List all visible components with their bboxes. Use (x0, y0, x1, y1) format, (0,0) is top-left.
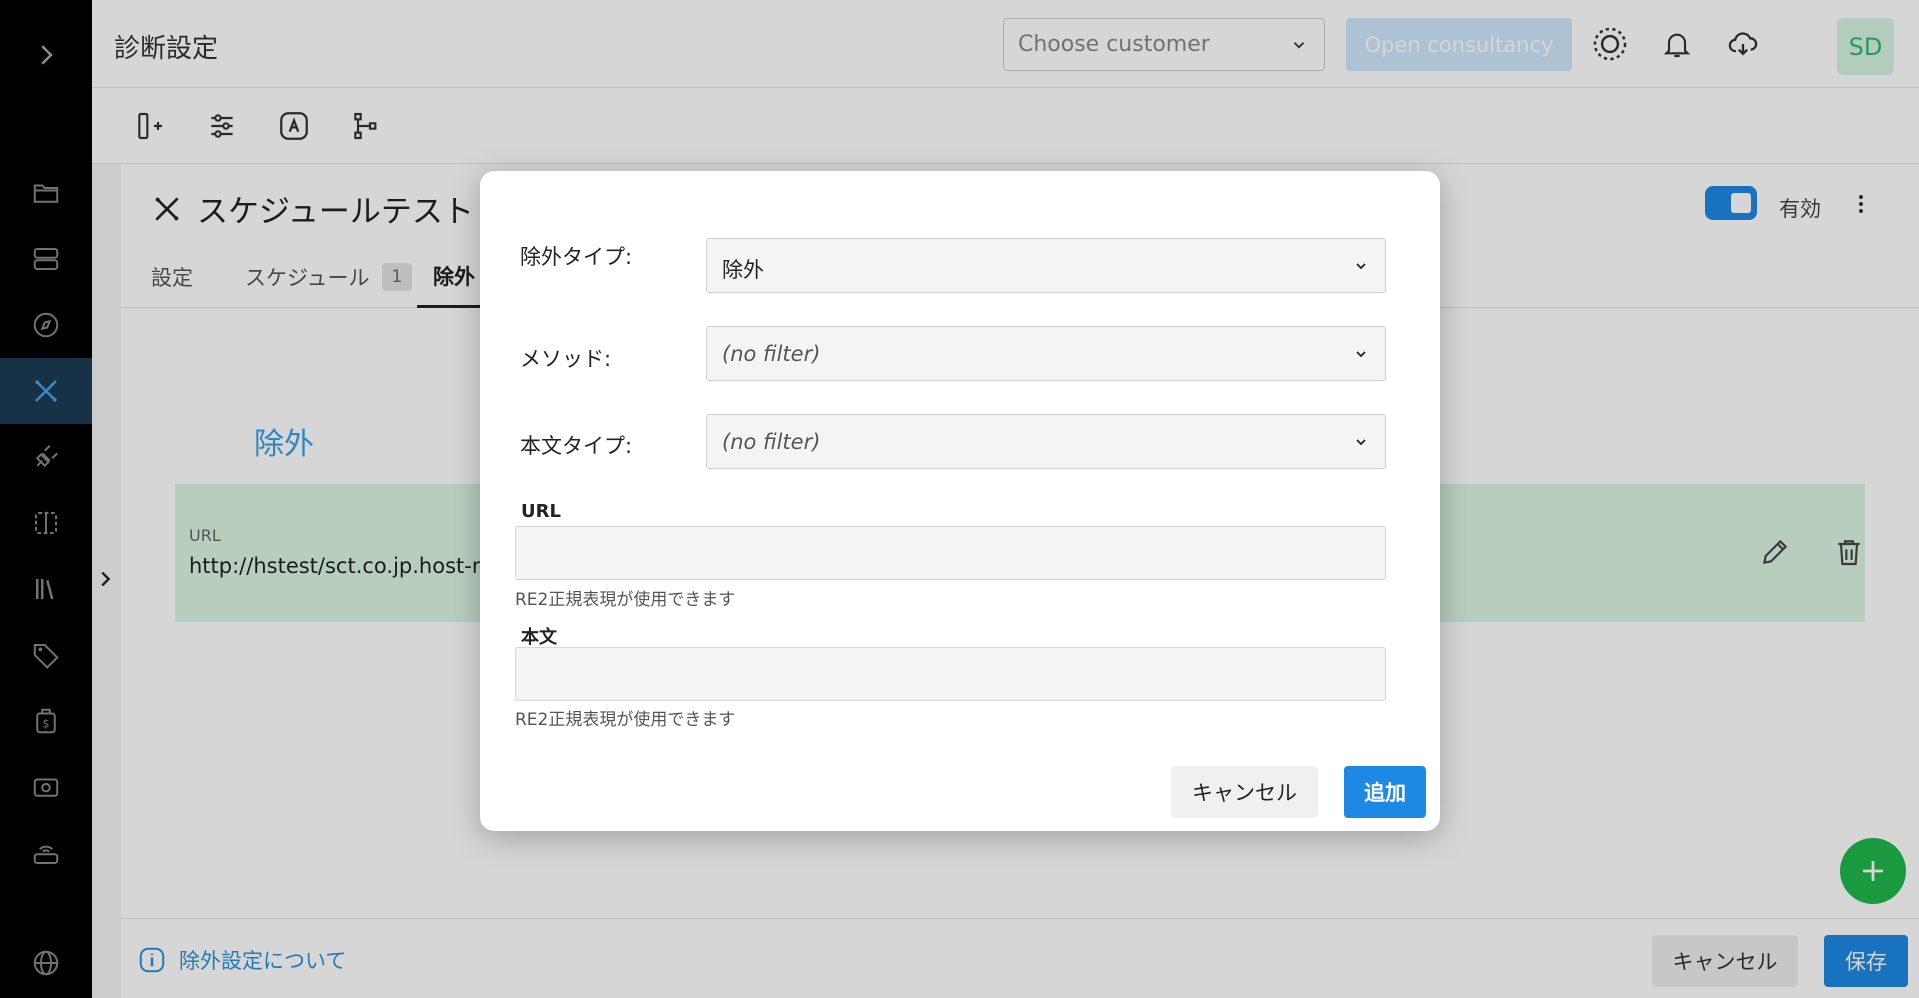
body-type-label: 本文タイプ: (520, 434, 633, 458)
body-label: 本文 (521, 627, 557, 648)
url-help-text: RE2正規表現が使用できます (515, 590, 736, 610)
method-value: (no filter) (722, 342, 821, 366)
exclusion-type-select[interactable]: 除外 (706, 238, 1386, 293)
chevron-down-icon (1356, 439, 1366, 446)
body-type-value: (no filter) (722, 430, 821, 454)
method-label: メソッド: (520, 347, 612, 371)
chevron-down-icon (1356, 263, 1366, 270)
dialog-cancel-button[interactable]: キャンセル (1171, 766, 1318, 818)
exclusion-type-label: 除外タイプ: (520, 245, 633, 269)
url-label: URL (521, 501, 561, 522)
body-type-select[interactable]: (no filter) (706, 414, 1386, 469)
body-input[interactable] (515, 647, 1386, 701)
chevron-down-icon (1356, 351, 1366, 358)
exclusion-type-value: 除外 (722, 258, 764, 282)
body-help-text: RE2正規表現が使用できます (515, 710, 736, 730)
add-exclusion-dialog: 除外タイプ: 除外 メソッド: (no filter) 本文タイプ: (no f… (480, 171, 1440, 831)
url-input[interactable] (515, 526, 1386, 580)
method-select[interactable]: (no filter) (706, 326, 1386, 381)
dialog-add-button[interactable]: 追加 (1344, 766, 1426, 818)
